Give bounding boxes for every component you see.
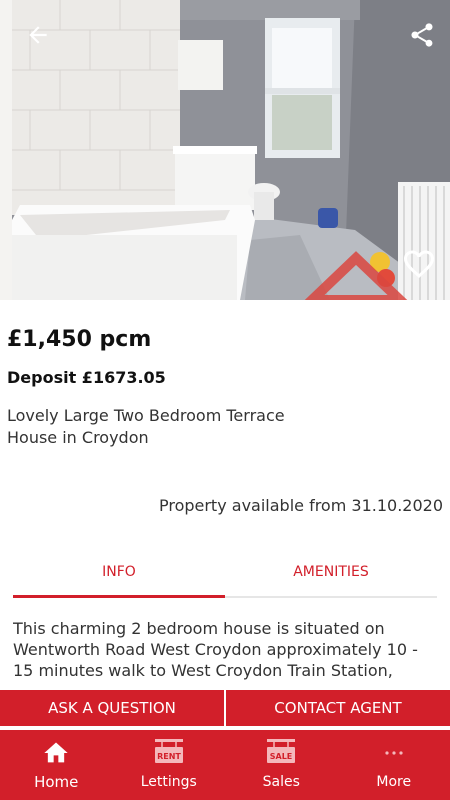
- contact-agent-button[interactable]: CONTACT AGENT: [226, 690, 450, 726]
- bathroom-photo: [0, 0, 450, 300]
- sale-sign-icon: SALE: [267, 739, 296, 763]
- back-button[interactable]: [18, 15, 58, 55]
- nav-more[interactable]: More: [338, 730, 450, 800]
- rent-badge-text: RENT: [157, 752, 181, 761]
- nav-more-label: More: [376, 774, 412, 790]
- favourite-button[interactable]: [398, 243, 440, 285]
- detail-tabs: INFO AMENITIES: [13, 553, 437, 598]
- bottom-navigation: Home RENT Lettings SALE Sales More: [0, 730, 450, 800]
- property-description: This charming 2 bedroom house is situate…: [13, 619, 418, 680]
- listing-deposit: Deposit £1673.05: [7, 368, 166, 387]
- listing-title: Lovely Large Two Bedroom Terrace House i…: [7, 406, 285, 447]
- tab-info[interactable]: INFO: [13, 553, 225, 598]
- property-photo[interactable]: [0, 0, 450, 300]
- rent-sign-icon: RENT: [154, 739, 183, 763]
- share-button[interactable]: [402, 15, 442, 55]
- nav-home-label: Home: [34, 773, 79, 791]
- action-bar: ASK A QUESTION CONTACT AGENT: [0, 690, 450, 726]
- nav-sales[interactable]: SALE Sales: [225, 730, 338, 800]
- sale-badge-text: SALE: [270, 752, 293, 761]
- nav-sales-label: Sales: [262, 774, 300, 790]
- home-icon: [44, 742, 68, 763]
- share-icon: [411, 23, 433, 47]
- arrow-back-icon: [29, 26, 47, 44]
- more-dots-icon: [385, 751, 403, 755]
- heart-outline-icon: [404, 250, 434, 279]
- ask-question-button[interactable]: ASK A QUESTION: [0, 690, 224, 726]
- nav-lettings-label: Lettings: [140, 774, 197, 790]
- availability-date: Property available from 31.10.2020: [158, 496, 443, 515]
- nav-home[interactable]: Home: [0, 730, 113, 800]
- listing-price: £1,450 pcm: [7, 327, 152, 352]
- tab-amenities[interactable]: AMENITIES: [225, 553, 437, 596]
- nav-lettings[interactable]: RENT Lettings: [113, 730, 226, 800]
